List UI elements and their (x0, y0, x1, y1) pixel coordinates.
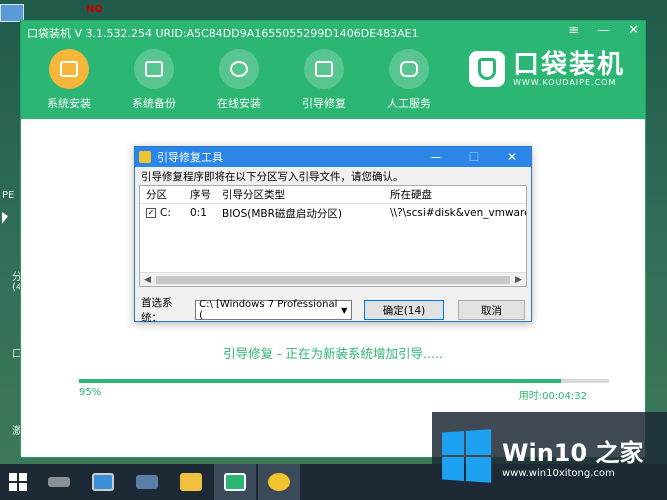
watermark-url: www.win10xitong.com (502, 468, 615, 479)
dialog-minimize-icon[interactable]: — (417, 150, 455, 164)
watermark-title: Win10 之家 (502, 439, 644, 467)
desktop-label-pe: PE (2, 190, 15, 201)
elapsed-time: 用时:00:04:32 (518, 391, 587, 402)
scroll-right-icon[interactable]: ▶ (515, 275, 522, 285)
keyboard-icon (136, 475, 158, 489)
menu-icon[interactable]: ≡ (568, 23, 579, 38)
windows-logo-icon (9, 473, 27, 491)
koudai-logo-icon (224, 473, 246, 491)
boot-repair-dialog: 引导修复工具 — ☐ ✕ 引导修复程序即将在以下分区写入引导文件，请您确认。 分… (134, 146, 532, 325)
toolbox-icon (304, 49, 344, 89)
row-disk: \\?\scsi#disk&ven_vmware_& (390, 207, 526, 219)
app-title: 口袋装机 V 3.1.532.254 URID:A5C84DD9A1655055… (27, 27, 419, 40)
progress-fill (79, 379, 562, 383)
row-partition: C: (160, 207, 171, 219)
row-type: BIOS(MBR磁盘启动分区) (222, 207, 342, 220)
window-controls: ≡ — ✕ (568, 23, 639, 38)
backup-icon (134, 49, 174, 89)
app-header: 口袋装机 V 3.1.532.254 URID:A5C84DD9A1655055… (21, 21, 645, 119)
confirm-button[interactable]: 确定(14) (363, 300, 445, 320)
nav-label: 系统备份 (132, 97, 176, 110)
nav-online-install[interactable]: 在线安装 (205, 49, 273, 111)
col-partition[interactable]: 分区 (140, 187, 186, 202)
repair-tool-icon (268, 473, 290, 491)
nav-label: 系统安装 (47, 97, 91, 110)
cancel-button[interactable]: 取消 (458, 300, 525, 320)
dialog-footer: 首选系统： C:\ [Windows 7 Professional ( ▼ 确定… (141, 295, 525, 325)
taskbar-explorer[interactable] (170, 464, 212, 500)
horizontal-scrollbar[interactable]: ◀ ▶ (140, 272, 526, 286)
brand-name: 口袋装机 (512, 49, 625, 80)
col-disk[interactable]: 所在硬盘 (386, 187, 526, 202)
chat-icon (389, 49, 429, 89)
preferred-system-select[interactable]: C:\ [Windows 7 Professional ( ▼ (195, 299, 352, 321)
nav-system-backup[interactable]: 系统备份 (120, 49, 188, 111)
taskbar-computer[interactable] (82, 464, 124, 500)
nav-boot-repair[interactable]: 引导修复 (290, 49, 358, 111)
row-index: 0:1 (190, 207, 207, 219)
brand: 口袋装机 WWW.KOUDAIPE.COM (468, 49, 625, 87)
taskbar-repair-tool[interactable] (258, 464, 300, 500)
status-text: 引导修复 - 正在为新装系统增加引导..... (223, 346, 443, 361)
col-type[interactable]: 引导分区类型 (218, 187, 386, 202)
nav-label: 人工服务 (387, 97, 431, 110)
table-row[interactable]: ✓ C: 0:1 BIOS(MBR磁盘启动分区) \\?\scsi#disk&v… (140, 204, 526, 222)
dialog-maximize-icon[interactable]: ☐ (455, 150, 493, 164)
dialog-title: 引导修复工具 (157, 151, 223, 164)
mouse-cursor-icon (2, 212, 8, 224)
box-icon (49, 49, 89, 89)
scroll-thumb[interactable] (156, 276, 510, 284)
brand-url: WWW.KOUDAIPE.COM (512, 77, 617, 87)
drive-icon (48, 477, 70, 487)
list-header: 分区 序号 引导分区类型 所在硬盘 (140, 186, 526, 204)
taskbar-disk-tool[interactable] (38, 464, 80, 500)
chevron-down-icon: ▼ (341, 305, 348, 315)
partition-list[interactable]: 分区 序号 引导分区类型 所在硬盘 ✓ C: 0:1 BIOS(MBR磁盘启动分… (139, 185, 527, 287)
dialog-description: 引导修复程序即将在以下分区写入引导文件，请您确认。 (141, 170, 404, 183)
folder-icon (180, 473, 202, 491)
minimize-icon[interactable]: — (597, 23, 610, 38)
col-index[interactable]: 序号 (186, 187, 218, 202)
preferred-system-label: 首选系统： (141, 297, 173, 324)
scroll-left-icon[interactable]: ◀ (144, 275, 151, 285)
watermark: Win10 之家 www.win10xitong.com (432, 412, 667, 500)
download-icon (219, 49, 259, 89)
progress-percent: 95% (79, 387, 102, 398)
taskbar-keyboard[interactable] (126, 464, 168, 500)
nav-system-install[interactable]: 系统安装 (35, 49, 103, 111)
monitor-icon (92, 473, 114, 491)
main-nav: 系统安装 系统备份 在线安装 引导修复 人工服务 (35, 49, 443, 111)
progress-bar (79, 379, 609, 383)
nav-label: 在线安装 (217, 97, 261, 110)
repair-tool-icon (139, 151, 151, 163)
dialog-titlebar: 引导修复工具 — ☐ ✕ (135, 147, 531, 167)
preferred-system-value: C:\ [Windows 7 Professional ( (199, 299, 338, 321)
nav-label: 引导修复 (302, 97, 346, 110)
start-button[interactable] (0, 464, 36, 500)
row-checkbox[interactable]: ✓ (146, 208, 156, 218)
taskbar-koudai[interactable] (214, 464, 256, 500)
desktop-badge: NO (86, 4, 103, 15)
dialog-close-icon[interactable]: ✕ (493, 150, 531, 164)
brand-logo-icon (468, 51, 505, 87)
nav-manual-service[interactable]: 人工服务 (375, 49, 443, 111)
close-icon[interactable]: ✕ (628, 23, 639, 38)
win10-logo-icon (442, 429, 492, 483)
